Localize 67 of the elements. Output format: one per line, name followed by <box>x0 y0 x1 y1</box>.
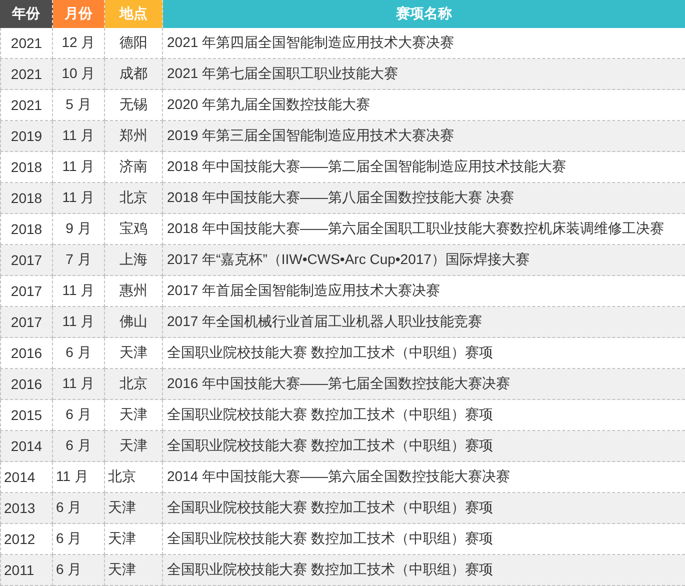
table-cell: 全国职业院校技能大赛 数控加工技术（中职组）赛项 <box>163 431 685 462</box>
table-cell: 2021 <box>0 90 53 121</box>
table-cell: 11 月 <box>53 121 105 152</box>
table-cell: 11 月 <box>53 369 105 400</box>
table-cell: 天津 <box>105 524 163 555</box>
column-header: 年份 <box>0 0 53 28</box>
table-cell: 天津 <box>105 493 163 524</box>
table-cell: 2017 <box>0 307 53 338</box>
table-cell: 2018 <box>0 152 53 183</box>
table-cell: 7 月 <box>53 245 105 276</box>
table-cell: 济南 <box>105 152 163 183</box>
table-cell: 无锡 <box>105 90 163 121</box>
column-header: 地点 <box>105 0 163 28</box>
table-cell: 2017 <box>0 245 53 276</box>
table-cell: 北京 <box>105 183 163 214</box>
table-cell: 2019 年第三届全国智能制造应用技术大赛决赛 <box>163 121 685 152</box>
table-cell: 2018 <box>0 214 53 245</box>
table-cell: 2016 年中国技能大赛——第七届全国数控技能大赛决赛 <box>163 369 685 400</box>
table-cell: 6 月 <box>53 400 105 431</box>
table-cell: 11 月 <box>53 276 105 307</box>
table-cell: 北京 <box>105 369 163 400</box>
table-cell: 5 月 <box>53 90 105 121</box>
table-cell: 2017 年全国机械行业首届工业机器人职业技能竞赛 <box>163 307 685 338</box>
table-cell: 2014 <box>0 462 53 493</box>
table-cell: 2012 <box>0 524 53 555</box>
table-cell: 2018 <box>0 183 53 214</box>
table-cell: 成都 <box>105 59 163 90</box>
table-cell: 宝鸡 <box>105 214 163 245</box>
table-cell: 11 月 <box>53 307 105 338</box>
table-cell: 6 月 <box>53 524 105 555</box>
column-header: 赛项名称 <box>163 0 685 28</box>
table-cell: 9 月 <box>53 214 105 245</box>
table-cell: 2021 <box>0 28 53 59</box>
table-cell: 2016 <box>0 338 53 369</box>
table-cell: 郑州 <box>105 121 163 152</box>
table-cell: 全国职业院校技能大赛 数控加工技术（中职组）赛项 <box>163 493 685 524</box>
table-cell: 2021 年第七届全国职工职业技能大赛 <box>163 59 685 90</box>
table-cell: 11 月 <box>53 462 105 493</box>
table-cell: 11 月 <box>53 183 105 214</box>
table-cell: 2015 <box>0 400 53 431</box>
table-cell: 上海 <box>105 245 163 276</box>
table-cell: 6 月 <box>53 493 105 524</box>
table-cell: 2019 <box>0 121 53 152</box>
table-cell: 天津 <box>105 431 163 462</box>
table-cell: 天津 <box>105 555 163 586</box>
table-cell: 2016 <box>0 369 53 400</box>
table-cell: 6 月 <box>53 431 105 462</box>
table-cell: 佛山 <box>105 307 163 338</box>
table-cell: 2014 <box>0 431 53 462</box>
table-cell: 6 月 <box>53 338 105 369</box>
table-cell: 全国职业院校技能大赛 数控加工技术（中职组）赛项 <box>163 555 685 586</box>
table-cell: 11 月 <box>53 152 105 183</box>
table-cell: 北京 <box>105 462 163 493</box>
table-cell: 2013 <box>0 493 53 524</box>
table-cell: 10 月 <box>53 59 105 90</box>
table-cell: 天津 <box>105 338 163 369</box>
table-cell: 6 月 <box>53 555 105 586</box>
table-cell: 2011 <box>0 555 53 586</box>
table-cell: 2021 <box>0 59 53 90</box>
table-cell: 惠州 <box>105 276 163 307</box>
table-cell: 12 月 <box>53 28 105 59</box>
table-cell: 天津 <box>105 400 163 431</box>
table-cell: 2017 <box>0 276 53 307</box>
table-cell: 2017 年“嘉克杯”（IIW•CWS•Arc Cup•2017）国际焊接大赛 <box>163 245 685 276</box>
column-header: 月份 <box>53 0 105 28</box>
table-cell: 2018 年中国技能大赛——第八届全国数控技能大赛 决赛 <box>163 183 685 214</box>
table-cell: 德阳 <box>105 28 163 59</box>
